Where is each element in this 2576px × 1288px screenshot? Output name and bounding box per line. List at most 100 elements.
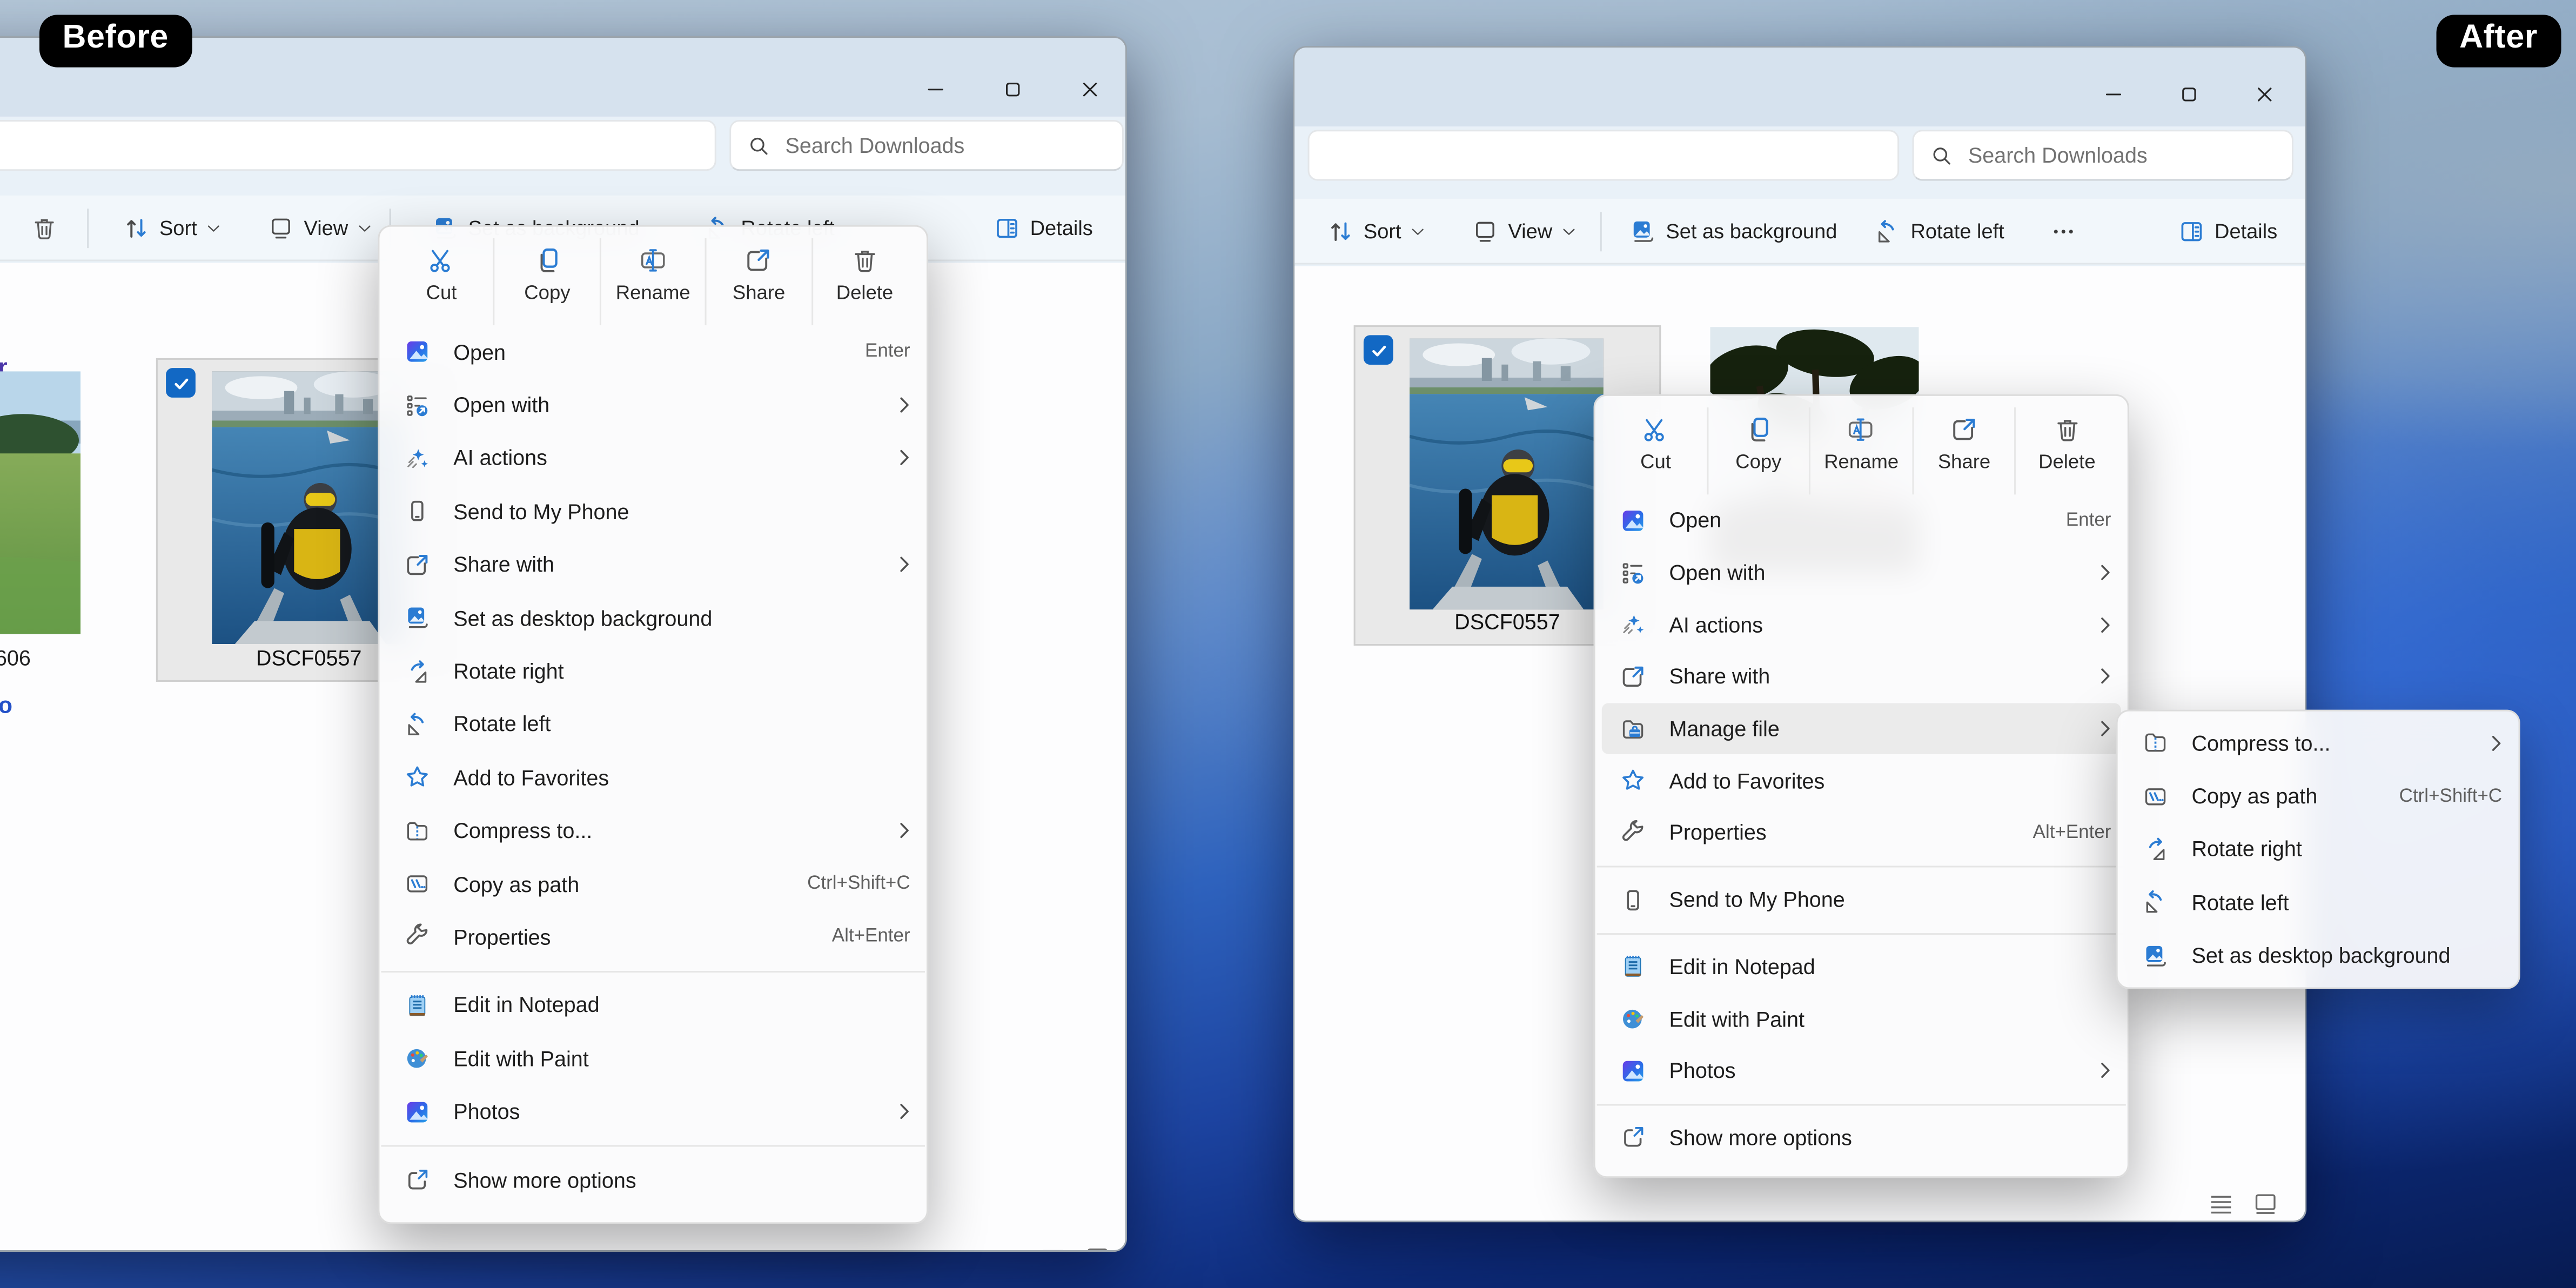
rotate-right-icon xyxy=(2142,836,2169,863)
address-bar[interactable]: ls xyxy=(0,120,716,171)
menu-item-edit-in-notepad[interactable]: Edit in Notepad xyxy=(1595,941,2128,992)
close-button[interactable] xyxy=(2236,72,2292,115)
set-background-button[interactable]: Set as background xyxy=(1623,199,1843,265)
delete-button[interactable]: Delete xyxy=(811,238,917,325)
delete-toolbar-button[interactable] xyxy=(25,196,64,261)
view-button[interactable]: View xyxy=(261,196,378,261)
paint-icon xyxy=(1620,1005,1646,1032)
file-thumbnail-golf[interactable] xyxy=(0,371,81,634)
selection-checkbox[interactable] xyxy=(166,368,196,398)
delete-icon xyxy=(2053,415,2081,444)
share-button[interactable]: Share xyxy=(1912,407,2015,494)
search-input[interactable] xyxy=(786,133,1106,158)
delete-button[interactable]: Delete xyxy=(2015,407,2117,494)
close-button[interactable] xyxy=(1061,68,1117,110)
menu-item-edit-with-paint[interactable]: Edit with Paint xyxy=(379,1032,927,1085)
address-bar[interactable] xyxy=(1307,130,1899,180)
copy-button[interactable]: Copy xyxy=(1706,407,1809,494)
chevron-down-icon xyxy=(1411,225,1424,238)
chevron-right-icon xyxy=(2099,564,2111,581)
details-button[interactable]: Details xyxy=(988,196,1099,261)
menu-item-ai-actions[interactable]: AI actions xyxy=(379,432,927,485)
menu-item-edit-with-paint[interactable]: Edit with Paint xyxy=(1595,992,2128,1044)
thumbnail-view-toggle[interactable] xyxy=(1079,1244,1116,1252)
copy-button[interactable]: Copy xyxy=(493,238,599,325)
thumbnail-view-icon xyxy=(2252,1193,2279,1216)
menu-item-rotate-left[interactable]: Rotate left xyxy=(379,698,927,751)
sort-button[interactable]: Sort xyxy=(1321,199,1431,265)
menu-item-open[interactable]: OpenEnter xyxy=(1595,494,2128,546)
list-view-toggle[interactable] xyxy=(2203,1190,2239,1219)
menu-item-edit-in-notepad[interactable]: Edit in Notepad xyxy=(379,978,927,1031)
menu-item-add-to-favorites[interactable]: Add to Favorites xyxy=(1595,755,2128,807)
manage-file-icon xyxy=(1620,716,1646,742)
search-box[interactable] xyxy=(1913,130,2293,180)
cut-button[interactable]: Cut xyxy=(1605,407,1706,494)
menu-item-ai-actions[interactable]: AI actions xyxy=(1595,599,2128,650)
wrench-icon xyxy=(1620,820,1646,846)
rename-button[interactable]: Rename xyxy=(599,238,705,325)
ellipsis-icon xyxy=(2050,218,2077,245)
maximize-button[interactable] xyxy=(2161,72,2216,115)
menu-item-send-to-phone[interactable]: Send to My Phone xyxy=(379,485,927,538)
submenu-item-rotate-right[interactable]: Rotate right xyxy=(2118,823,2519,876)
rename-button[interactable]: Rename xyxy=(1809,407,1912,494)
view-button[interactable]: View xyxy=(1465,199,1582,265)
more-options-button[interactable] xyxy=(2044,199,2083,265)
submenu-item-rotate-left[interactable]: Rotate left xyxy=(2118,876,2519,929)
menu-item-manage-file[interactable]: Manage file xyxy=(1602,703,2121,755)
thumbnail-view-icon xyxy=(1084,1247,1111,1252)
chevron-down-icon xyxy=(207,222,220,235)
photos-app-icon xyxy=(404,1098,431,1125)
titlebar[interactable] xyxy=(1294,48,2305,126)
minimize-button[interactable] xyxy=(907,68,963,110)
cut-button[interactable]: Cut xyxy=(390,238,494,325)
rotate-left-button[interactable]: Rotate left xyxy=(1868,199,2011,265)
command-bar: Cut Copy Rename Share Delete xyxy=(379,230,927,325)
selection-checkbox[interactable] xyxy=(1364,335,1393,365)
submenu-item-copy-as-path[interactable]: Copy as pathCtrl+Shift+C xyxy=(2118,769,2519,822)
search-input[interactable] xyxy=(1968,143,2276,168)
menu-item-photos[interactable]: Photos xyxy=(1595,1045,2128,1097)
menu-item-open-with[interactable]: Open with xyxy=(379,379,927,432)
maximize-button[interactable] xyxy=(984,68,1039,110)
submenu-item-set-desktop-background[interactable]: Set as desktop background xyxy=(2118,929,2519,982)
submenu-item-compress-to[interactable]: Compress to... xyxy=(2118,716,2519,769)
menu-item-properties[interactable]: PropertiesAlt+Enter xyxy=(1595,807,2128,858)
menu-item-show-more-options[interactable]: Show more options xyxy=(379,1153,927,1206)
phone-icon xyxy=(1620,887,1646,913)
menu-item-add-to-favorites[interactable]: Add to Favorites xyxy=(379,751,927,804)
minimize-button[interactable] xyxy=(2085,72,2141,115)
notepad-icon xyxy=(1620,954,1646,980)
wallpaper-icon xyxy=(2142,943,2169,969)
menu-item-copy-as-path[interactable]: Copy as pathCtrl+Shift+C xyxy=(379,857,927,910)
copy-icon xyxy=(533,246,561,274)
menu-item-set-desktop-background[interactable]: Set as desktop background xyxy=(379,592,927,645)
share-icon xyxy=(745,246,773,274)
search-box[interactable] xyxy=(729,120,1124,171)
menu-item-open-with[interactable]: Open with xyxy=(1595,547,2128,599)
zip-folder-icon xyxy=(2142,730,2169,756)
sort-button[interactable]: Sort xyxy=(117,196,227,261)
menu-item-open[interactable]: OpenEnter xyxy=(379,325,927,378)
menu-item-rotate-right[interactable]: Rotate right xyxy=(379,645,927,697)
menu-item-properties[interactable]: PropertiesAlt+Enter xyxy=(379,911,927,964)
chevron-down-icon xyxy=(1562,225,1575,238)
wallpaper-icon xyxy=(1629,218,1656,245)
menu-item-share-with[interactable]: Share with xyxy=(379,538,927,591)
share-button[interactable]: Share xyxy=(705,238,811,325)
chevron-right-icon xyxy=(898,450,910,467)
list-view-toggle[interactable] xyxy=(1035,1244,1071,1252)
chevron-down-icon xyxy=(358,222,371,235)
menu-item-photos[interactable]: Photos xyxy=(379,1085,927,1138)
submenu-manage-file: Compress to... Copy as pathCtrl+Shift+C … xyxy=(2116,710,2520,989)
menu-item-send-to-phone[interactable]: Send to My Phone xyxy=(1595,874,2128,925)
share-icon xyxy=(1950,415,1978,444)
thumbnail-view-toggle[interactable] xyxy=(2248,1190,2284,1219)
menu-item-show-more-options[interactable]: Show more options xyxy=(1595,1111,2128,1163)
chevron-right-icon xyxy=(898,1103,910,1121)
menu-item-share-with[interactable]: Share with xyxy=(1595,650,2128,702)
search-icon xyxy=(1930,144,1954,167)
details-button[interactable]: Details xyxy=(2172,199,2284,265)
menu-item-compress-to[interactable]: Compress to... xyxy=(379,804,927,857)
